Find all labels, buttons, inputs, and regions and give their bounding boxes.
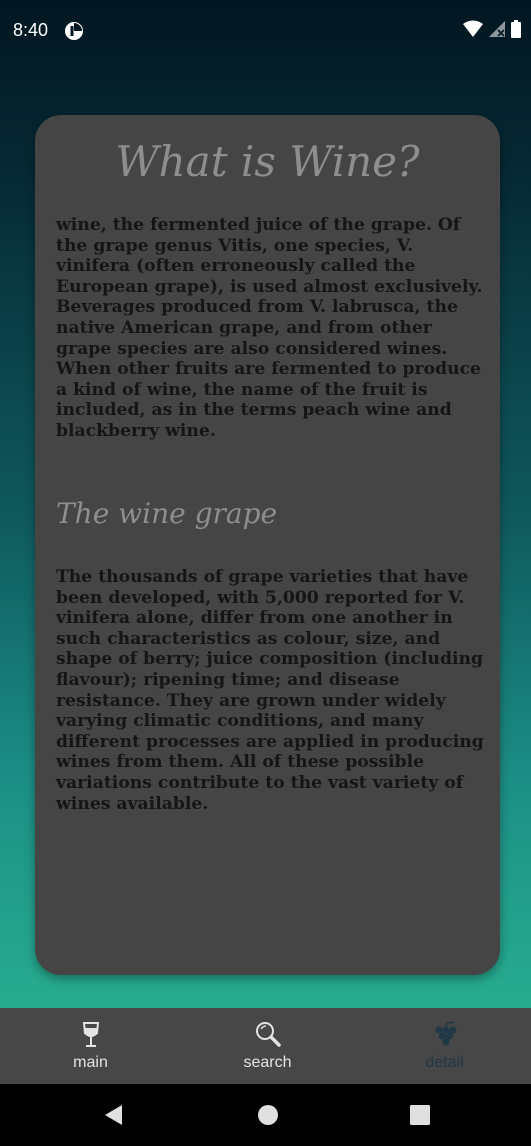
nav-item-search[interactable]: search (179, 1008, 356, 1084)
wine-description-paragraph: wine, the fermented juice of the grape. … (56, 215, 483, 441)
nav-label-search: search (243, 1054, 292, 1071)
nav-item-detail[interactable]: detail (356, 1008, 531, 1084)
app-screen: 8:40 What is Wine? wine, the fermented j… (0, 0, 531, 1146)
nav-label-detail: detail (425, 1054, 464, 1071)
wine-info-card: What is Wine? wine, the fermented juice … (35, 115, 500, 975)
system-navigation-bar (0, 1084, 531, 1146)
battery-icon (511, 20, 521, 38)
wine-glass-icon (82, 1022, 99, 1047)
grapes-icon (434, 1021, 457, 1046)
back-icon[interactable] (102, 1103, 126, 1127)
recents-icon[interactable] (408, 1103, 432, 1127)
status-icons (463, 20, 521, 38)
wine-grape-paragraph: The thousands of grape varieties that ha… (56, 567, 484, 814)
nav-item-main[interactable]: main (2, 1008, 179, 1084)
bottom-navigation: main search detail (0, 1008, 531, 1084)
wifi-icon (463, 20, 483, 37)
status-bar: 8:40 (0, 0, 531, 62)
nav-label-main: main (73, 1054, 108, 1071)
status-time: 8:40 (13, 20, 49, 40)
home-icon[interactable] (256, 1103, 280, 1127)
cellular-signal-icon (489, 21, 505, 37)
notification-app-icon (65, 22, 83, 40)
section-subtitle: The wine grape (56, 497, 278, 530)
search-icon (255, 1022, 281, 1047)
page-title: What is Wine? (115, 137, 420, 186)
